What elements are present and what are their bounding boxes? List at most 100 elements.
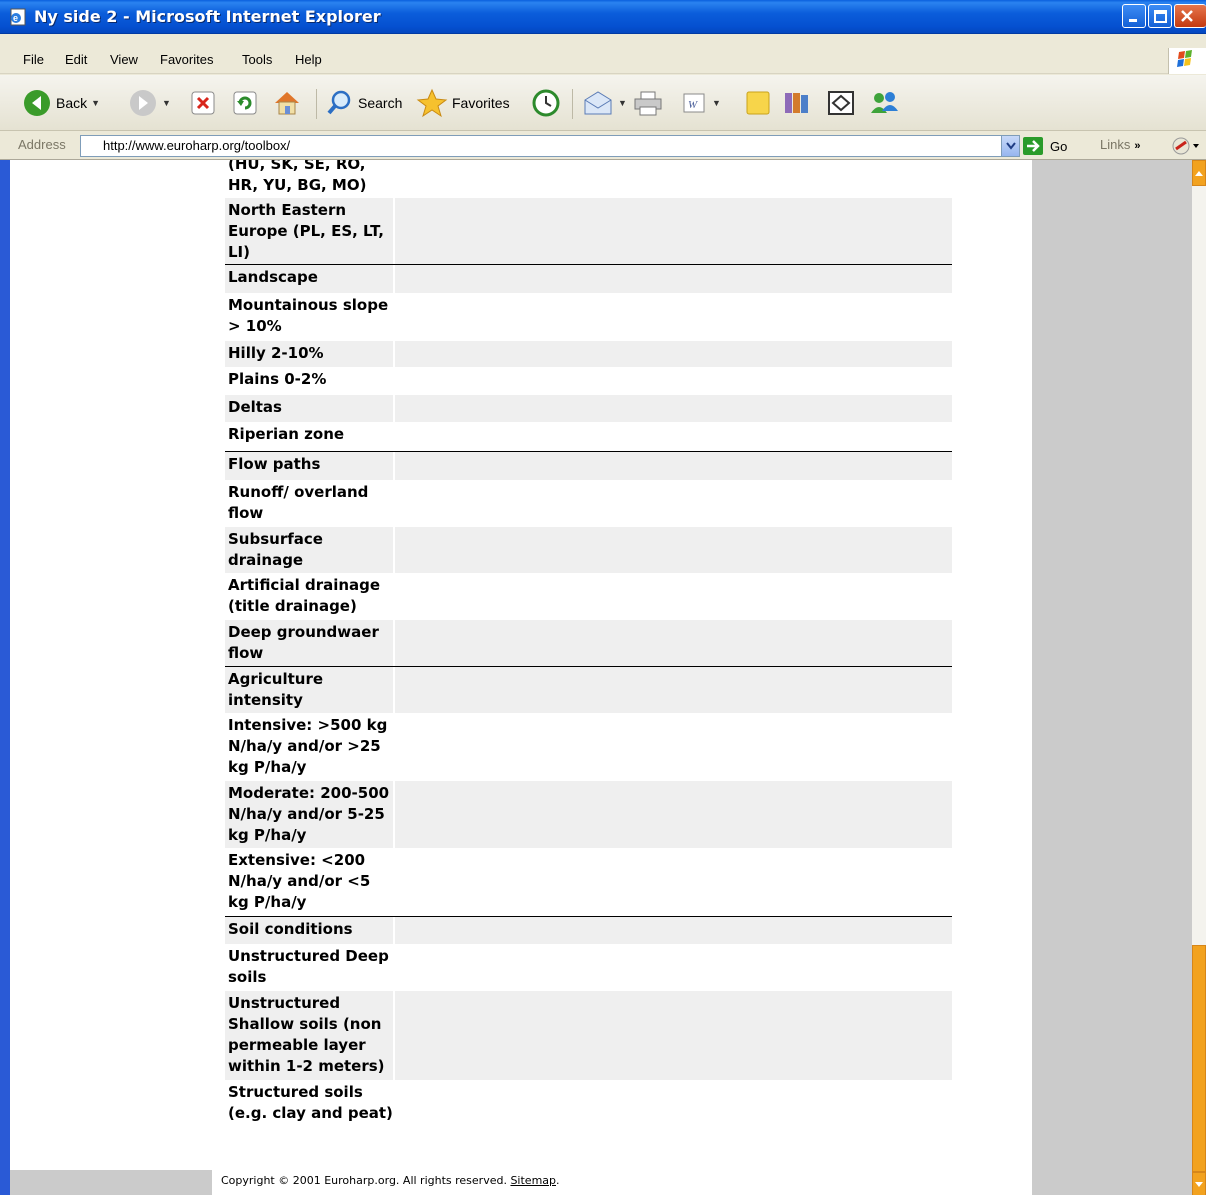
search-icon: [327, 90, 351, 115]
windows-logo: [1168, 48, 1206, 74]
history-button[interactable]: [530, 87, 562, 119]
forward-button[interactable]: ▼: [128, 87, 171, 119]
section-label: Agriculture intensity: [228, 670, 324, 709]
row-label: Artificial drainage (title drainage): [228, 576, 381, 615]
scroll-down-button[interactable]: [1192, 1172, 1206, 1195]
favorites-button[interactable]: Favorites: [416, 87, 510, 119]
edit-word-button[interactable]: W ▼: [682, 87, 721, 119]
row-label: Runoff/ overland flow: [228, 483, 369, 522]
edit-dropdown-icon[interactable]: ▼: [712, 98, 721, 108]
home-icon: [275, 92, 299, 115]
table-row: Subsurface drainage: [225, 527, 952, 573]
address-dropdown-button[interactable]: [1001, 136, 1019, 156]
mail-button[interactable]: ▼: [582, 87, 627, 119]
close-button[interactable]: [1174, 4, 1206, 28]
maximize-button[interactable]: [1148, 4, 1172, 28]
pdf-tool-icon[interactable]: [1170, 136, 1200, 156]
messenger-button[interactable]: [868, 87, 900, 119]
row-label: Deep groundwaer flow: [228, 623, 379, 662]
table-row: North Eastern Europe (PL, ES, LT, LI): [225, 198, 952, 264]
right-gray-column: [1032, 160, 1192, 1195]
table-row: Plains 0-2%: [225, 367, 952, 395]
table-row: Mountainous slope > 10%: [225, 293, 952, 341]
table-row: Artificial drainage (title drainage): [225, 573, 952, 620]
copyright-period: .: [556, 1174, 560, 1187]
row-label: Unstructured Shallow soils (non permeabl…: [228, 994, 385, 1075]
address-input[interactable]: http://www.euroharp.org/toolbox/: [80, 135, 1020, 157]
row-label: Moderate: 200-500 N/ha/y and/or 5-25 kg …: [228, 784, 390, 844]
print-button[interactable]: [632, 87, 664, 119]
back-dropdown-icon[interactable]: ▼: [91, 98, 100, 108]
row-label: Structured soils (e.g. clay and peat): [228, 1083, 393, 1122]
row-label: Subsurface drainage: [228, 530, 323, 569]
menu-tools[interactable]: Tools: [242, 52, 272, 67]
search-button[interactable]: Search: [326, 87, 402, 119]
address-url: http://www.euroharp.org/toolbox/: [103, 138, 291, 153]
table-row: Unstructured Deep soils: [225, 944, 952, 991]
menu-favorites[interactable]: Favorites: [160, 52, 213, 67]
footer-gray-block: [10, 1170, 212, 1195]
links-label: Links: [1100, 137, 1131, 152]
standard-toolbar: Back ▼ ▼ Search Favorites ▼ W ▼: [0, 75, 1206, 131]
go-button[interactable]: Go: [1022, 136, 1067, 156]
maximize-icon: [1154, 10, 1167, 23]
row-label: Deltas: [228, 398, 282, 416]
window-icon: [828, 91, 854, 115]
svg-text:W: W: [688, 99, 698, 111]
table-row: Deltas: [225, 395, 952, 422]
refresh-icon: [233, 91, 257, 115]
table-row: Moderate: 200-500 N/ha/y and/or 5-25 kg …: [225, 781, 952, 848]
scroll-up-button[interactable]: [1192, 160, 1206, 186]
section-label: Soil conditions: [228, 920, 353, 938]
research-button[interactable]: [782, 87, 812, 119]
favorites-label: Favorites: [452, 95, 510, 111]
word-icon: W: [683, 93, 705, 113]
table-row: Structured soils (e.g. clay and peat): [225, 1080, 952, 1130]
home-button[interactable]: [272, 87, 302, 119]
menu-bar: File Edit View Favorites Tools Help: [0, 46, 1206, 74]
table-row: Unstructured Shallow soils (non permeabl…: [225, 991, 952, 1080]
mail-icon: [584, 91, 612, 115]
refresh-button[interactable]: [232, 87, 258, 119]
row-label: Riperian zone: [228, 425, 345, 443]
section-header-row: Agriculture intensity: [225, 666, 952, 713]
section-header-row: Landscape: [225, 264, 952, 293]
vertical-scrollbar[interactable]: [1192, 160, 1206, 1195]
links-toolbar[interactable]: Links»: [1100, 137, 1140, 152]
messenger-window-button[interactable]: [826, 87, 856, 119]
messenger-people-icon: [871, 92, 898, 113]
section-label: Landscape: [228, 268, 318, 286]
windows-flag-icon: [1177, 50, 1192, 67]
svg-text:e: e: [13, 13, 18, 23]
minimize-button[interactable]: [1122, 4, 1146, 28]
address-bar: Address http://www.euroharp.org/toolbox/…: [0, 133, 1206, 159]
menu-edit[interactable]: Edit: [65, 52, 87, 67]
row-label: Intensive: >500 kg N/ha/y and/or >25 kg …: [228, 716, 388, 776]
chevron-down-icon: [1195, 1182, 1203, 1187]
table-row: Deep groundwaer flow: [225, 620, 952, 666]
section-header-row: Flow paths: [225, 451, 952, 480]
discuss-button[interactable]: [744, 87, 772, 119]
sticky-note-icon: [746, 91, 770, 115]
row-label: North Eastern Europe (PL, ES, LT, LI): [228, 201, 384, 261]
back-label: Back: [56, 95, 88, 111]
window-frame-left: [0, 160, 10, 1195]
menu-file[interactable]: File: [23, 52, 44, 67]
menu-help[interactable]: Help: [295, 52, 322, 67]
stop-button[interactable]: [190, 87, 216, 119]
menu-view[interactable]: View: [110, 52, 138, 67]
row-label: Plains 0-2%: [228, 370, 327, 388]
mail-dropdown-icon[interactable]: ▼: [618, 98, 627, 108]
ie-page-icon: e: [10, 8, 26, 26]
section-label: Flow paths: [228, 455, 321, 473]
back-button[interactable]: Back ▼: [22, 87, 100, 119]
scroll-thumb[interactable]: [1192, 945, 1206, 1172]
copyright-text: Copyright © 2001 Euroharp.org. All right…: [221, 1174, 560, 1187]
table-row: Extensive: <200 N/ha/y and/or <5 kg P/ha…: [225, 848, 952, 916]
links-chevron-icon[interactable]: »: [1134, 140, 1140, 152]
history-icon: [532, 89, 560, 117]
table-row: Intensive: >500 kg N/ha/y and/or >25 kg …: [225, 713, 952, 781]
forward-dropdown-icon[interactable]: ▼: [162, 98, 171, 108]
sitemap-link[interactable]: Sitemap: [510, 1174, 556, 1187]
title-bar[interactable]: e Ny side 2 - Microsoft Internet Explore…: [0, 0, 1206, 34]
